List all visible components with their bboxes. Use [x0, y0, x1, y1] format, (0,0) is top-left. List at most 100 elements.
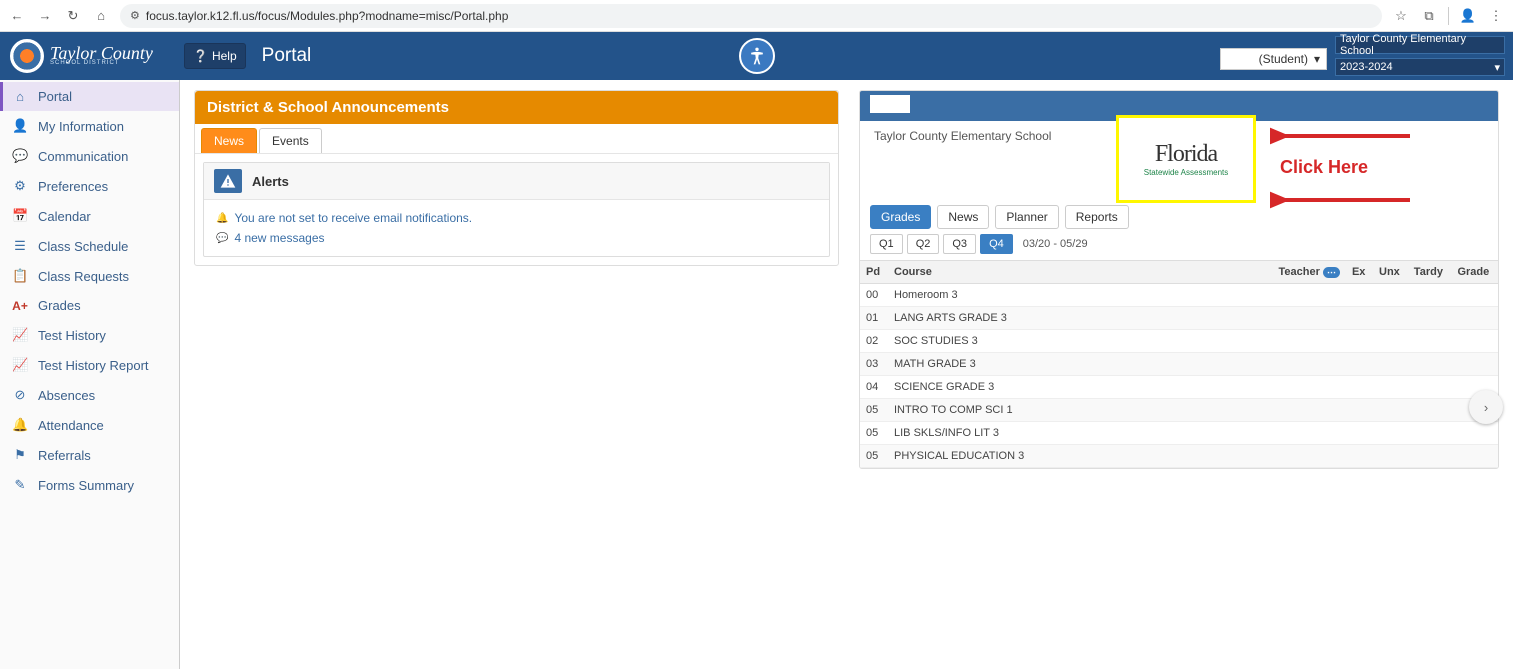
table-row[interactable]: 05INTRO TO COMP SCI 1	[860, 399, 1498, 422]
cell-course: SCIENCE GRADE 3	[888, 376, 1268, 399]
alert-line[interactable]: 💬 4 new messages	[216, 228, 817, 248]
school-select[interactable]: Taylor County Elementary School	[1335, 36, 1505, 54]
user-select[interactable]: (Student) ▾	[1220, 48, 1327, 70]
cell-pd: 05	[860, 422, 888, 445]
quarter-q2[interactable]: Q2	[907, 234, 940, 254]
table-row[interactable]: 03MATH GRADE 3	[860, 353, 1498, 376]
sidebar-item-portal[interactable]: ⌂Portal	[0, 82, 179, 111]
cell-pd: 04	[860, 376, 888, 399]
table-row[interactable]: 00Homeroom 3	[860, 284, 1498, 307]
florida-assessments-link[interactable]: Florida Statewide Assessments	[1116, 115, 1256, 203]
alert-line[interactable]: 🔔You are not set to receive email notifi…	[216, 208, 817, 228]
accessibility-button[interactable]	[739, 38, 775, 74]
accessibility-icon	[747, 46, 767, 66]
calendar-icon: 📅	[12, 208, 28, 224]
sidebar-item-grades[interactable]: A+ Grades	[0, 291, 179, 320]
chevron-down-icon: ▾	[1494, 61, 1500, 74]
quarter-q3[interactable]: Q3	[943, 234, 976, 254]
table-row[interactable]: 05LIB SKLS/INFO LIT 3	[860, 422, 1498, 445]
menu-icon[interactable]: ⋮	[1487, 8, 1505, 24]
sidebar-item-absences[interactable]: ⊘ Absences	[0, 380, 179, 410]
home-icon: ⌂	[12, 89, 28, 104]
school-name: Taylor County Elementary School	[874, 129, 1051, 143]
sidebar-item-test-history-report[interactable]: 📈Test History Report	[0, 350, 179, 380]
sidebar-item-my-information[interactable]: 👤My Information	[0, 111, 179, 141]
grade-tab-planner[interactable]: Planner	[995, 205, 1058, 229]
cell-pd: 05	[860, 399, 888, 422]
sidebar-item-calendar[interactable]: 📅 Calendar	[0, 201, 179, 231]
sidebar-item-preferences[interactable]: ⚙Preferences	[0, 171, 179, 201]
cell-course: INTRO TO COMP SCI 1	[888, 399, 1268, 422]
sidebar: ⌂Portal👤My Information 💬 Communication ⚙Pre…	[0, 80, 180, 669]
table-row[interactable]: 02SOC STUDIES 3	[860, 330, 1498, 353]
tab-events[interactable]: Events	[259, 128, 322, 153]
table-row[interactable]: 01LANG ARTS GRADE 3	[860, 307, 1498, 330]
sidebar-item-test-history[interactable]: 📈Test History	[0, 320, 179, 350]
sidebar-item-attendance[interactable]: 🔔Attendance	[0, 410, 179, 440]
col-grade: Grade	[1451, 261, 1498, 284]
page-title: Portal	[262, 45, 312, 67]
quarter-q4[interactable]: Q4	[980, 234, 1013, 254]
cell-pd: 01	[860, 307, 888, 330]
tab-news[interactable]: News	[201, 128, 257, 153]
cell-course: Homeroom 3	[888, 284, 1268, 307]
arrow-annotation-top	[1270, 125, 1415, 147]
sidebar-item-label: Absences	[38, 388, 95, 403]
sidebar-item-label: Communication	[38, 149, 128, 164]
col-teacher: Teacher ⋯	[1268, 261, 1346, 284]
alerts-title: Alerts	[252, 174, 289, 189]
forward-icon[interactable]: →	[36, 8, 54, 23]
help-button[interactable]: ❔ Help	[184, 43, 246, 69]
sidebar-item-class-requests[interactable]: 📋Class Requests	[0, 261, 179, 291]
sidebar-item-referrals[interactable]: ⚑Referrals	[0, 440, 179, 470]
alerts-card: Alerts 🔔You are not set to receive email…	[203, 162, 830, 257]
back-icon[interactable]: ←	[8, 8, 26, 23]
user-icon: 👤	[12, 118, 28, 134]
cell-course: PHYSICAL EDUCATION 3	[888, 445, 1268, 468]
chevron-down-icon: ▾	[1314, 52, 1320, 66]
address-bar[interactable]: ⚙ focus.taylor.k12.fl.us/focus/Modules.p…	[120, 4, 1382, 28]
sidebar-item-label: Attendance	[38, 418, 104, 433]
comment-icon: 💬	[12, 148, 28, 164]
grades-panel: Taylor County Elementary School Florida …	[859, 90, 1499, 469]
browser-toolbar: ← → ↻ ⌂ ⚙ focus.taylor.k12.fl.us/focus/M…	[0, 0, 1513, 32]
sidebar-item-label: Calendar	[38, 209, 91, 224]
col-ex: Ex	[1346, 261, 1373, 284]
announcements-card: District & School Announcements NewsEven…	[194, 90, 839, 266]
click-here-label: Click Here	[1280, 157, 1368, 178]
ban-icon: ⊘	[12, 387, 28, 403]
url-text: focus.taylor.k12.fl.us/focus/Modules.php…	[146, 9, 509, 23]
chat-icon: ⋯	[1323, 267, 1340, 278]
alert-link[interactable]: You are not set to receive email notific…	[234, 211, 472, 225]
reload-icon[interactable]: ↻	[64, 8, 82, 24]
sidebar-item-label: Grades	[38, 298, 81, 313]
user-blank	[1227, 53, 1253, 66]
table-row[interactable]: 04SCIENCE GRADE 3	[860, 376, 1498, 399]
content-area: › District & School Announcements NewsEv…	[180, 80, 1513, 669]
slide-next-button[interactable]: ›	[1469, 390, 1503, 424]
year-select[interactable]: 2023-2024 ▾	[1335, 58, 1505, 76]
grade-tab-reports[interactable]: Reports	[1065, 205, 1129, 229]
user-select-label: (Student)	[1259, 52, 1308, 66]
col-tardy: Tardy	[1408, 261, 1452, 284]
sidebar-item-communication[interactable]: 💬 Communication	[0, 141, 179, 171]
alert-link[interactable]: 4 new messages	[234, 231, 324, 245]
sidebar-item-label: Class Requests	[38, 269, 129, 284]
aplus-icon: A+	[12, 299, 28, 313]
grades-table: PdCourseTeacher ⋯ExUnxTardyGrade 00Homer…	[860, 261, 1498, 468]
sidebar-item-class-schedule[interactable]: ☰Class Schedule	[0, 231, 179, 261]
flag-icon: ⚑	[12, 447, 28, 463]
cell-pd: 05	[860, 445, 888, 468]
home-icon[interactable]: ⌂	[92, 8, 110, 23]
grade-tab-news[interactable]: News	[937, 205, 989, 229]
sidebar-item-forms-summary[interactable]: ✎Forms Summary	[0, 470, 179, 500]
col-unx: Unx	[1373, 261, 1408, 284]
quarter-q1[interactable]: Q1	[870, 234, 903, 254]
grade-tab-grades[interactable]: Grades	[870, 205, 931, 229]
profile-icon[interactable]: 👤	[1459, 8, 1477, 24]
extensions-icon[interactable]: ⧉	[1420, 8, 1438, 24]
table-row[interactable]: 05PHYSICAL EDUCATION 3	[860, 445, 1498, 468]
cell-course: SOC STUDIES 3	[888, 330, 1268, 353]
alert-item-icon: 💬	[216, 233, 228, 244]
star-icon[interactable]: ☆	[1392, 8, 1410, 24]
